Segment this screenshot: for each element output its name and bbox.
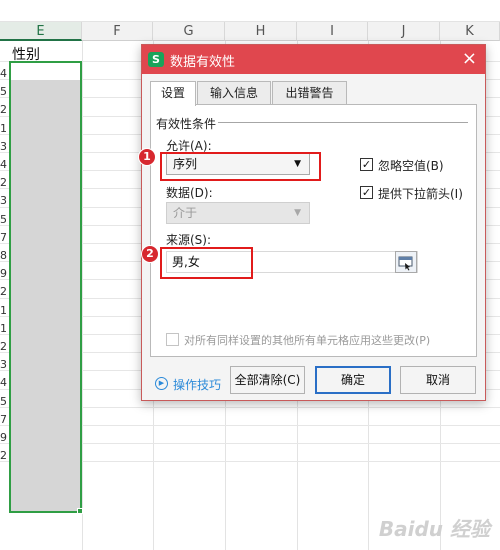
- source-input[interactable]: 男,女: [166, 251, 418, 273]
- in-cell-dropdown-label: 提供下拉箭头(I): [378, 187, 463, 201]
- range-select-button[interactable]: [395, 251, 417, 273]
- row-number[interactable]: 2: [0, 340, 8, 353]
- cancel-button[interactable]: 取消: [400, 366, 476, 394]
- in-cell-dropdown-checkbox[interactable]: ✓: [360, 186, 373, 199]
- close-icon[interactable]: ×: [462, 49, 477, 69]
- column-header-f[interactable]: F: [82, 22, 153, 41]
- row-number[interactable]: 7: [0, 413, 8, 426]
- row-number[interactable]: 4: [0, 376, 8, 389]
- dropdown-arrow-icon: ▼: [294, 159, 301, 169]
- ignore-blank-label: 忽略空值(B): [378, 159, 444, 173]
- top-strip: [0, 0, 500, 22]
- validation-criteria-title: 有效性条件: [156, 117, 217, 131]
- selected-column-range[interactable]: [10, 80, 80, 512]
- row-number[interactable]: 5: [0, 213, 8, 226]
- apply-to-all-label: 对所有同样设置的其他所有单元格应用这些更改(P): [184, 334, 431, 347]
- ignore-blank-checkbox[interactable]: ✓: [360, 158, 373, 171]
- row-number[interactable]: 9: [0, 267, 8, 280]
- step-badge-1: 1: [138, 148, 156, 166]
- dialog-titlebar[interactable]: S 数据有效性 ×: [142, 45, 485, 74]
- column-header-i[interactable]: I: [297, 22, 368, 41]
- clear-all-button[interactable]: 全部清除(C): [230, 366, 305, 394]
- row-number[interactable]: 2: [0, 449, 8, 462]
- data-select: 介于 ▼: [166, 202, 310, 224]
- tab-settings[interactable]: 设置: [150, 81, 196, 106]
- data-select-value: 介于: [173, 206, 198, 220]
- baidu-watermark: Baidu 经验: [378, 517, 490, 541]
- row-number[interactable]: 7: [0, 231, 8, 244]
- column-header-h[interactable]: H: [225, 22, 297, 41]
- row-number[interactable]: 3: [0, 194, 8, 207]
- play-icon: ▶: [155, 377, 168, 390]
- tips-link[interactable]: 操作技巧: [173, 376, 221, 393]
- row-number[interactable]: 4: [0, 158, 8, 171]
- source-label: 来源(S):: [166, 233, 212, 247]
- column-header-g[interactable]: G: [153, 22, 225, 41]
- row-number[interactable]: 1: [0, 122, 8, 135]
- column-header-j[interactable]: J: [368, 22, 440, 41]
- fill-handle[interactable]: [77, 508, 83, 514]
- row-number[interactable]: 5: [0, 85, 8, 98]
- range-select-icon: [398, 256, 413, 271]
- gender-header-cell[interactable]: 性别: [12, 44, 40, 64]
- dropdown-arrow-icon: ▼: [294, 208, 301, 218]
- row-number[interactable]: 8: [0, 249, 8, 262]
- row-number[interactable]: 2: [0, 103, 8, 116]
- group-divider: [218, 122, 468, 123]
- row-number[interactable]: 3: [0, 140, 8, 153]
- row-number[interactable]: 4: [0, 67, 8, 80]
- data-validation-dialog: S 数据有效性 × 设置 输入信息 出错警告 有效性条件 允许(A): 序列 ▼…: [141, 44, 486, 401]
- wps-app-icon: S: [148, 52, 164, 67]
- row-number[interactable]: 9: [0, 431, 8, 444]
- tab-input-message[interactable]: 输入信息: [197, 81, 271, 105]
- row-number[interactable]: 1: [0, 304, 8, 317]
- row-number[interactable]: 1: [0, 322, 8, 335]
- allow-select-value: 序列: [173, 157, 198, 171]
- data-label: 数据(D):: [166, 186, 213, 200]
- allow-label: 允许(A):: [166, 139, 212, 153]
- column-header-e[interactable]: E: [0, 22, 82, 41]
- ok-button[interactable]: 确定: [315, 366, 391, 394]
- row-number[interactable]: 2: [0, 285, 8, 298]
- row-number[interactable]: 5: [0, 395, 8, 408]
- step-badge-2: 2: [141, 245, 159, 263]
- row-number[interactable]: 2: [0, 176, 8, 189]
- column-header-k[interactable]: K: [440, 22, 500, 41]
- apply-to-all-checkbox: [166, 333, 179, 346]
- tab-error-alert[interactable]: 出错警告: [272, 81, 347, 105]
- row-number[interactable]: 3: [0, 358, 8, 371]
- allow-select[interactable]: 序列 ▼: [166, 153, 310, 175]
- dialog-title: 数据有效性: [170, 55, 236, 70]
